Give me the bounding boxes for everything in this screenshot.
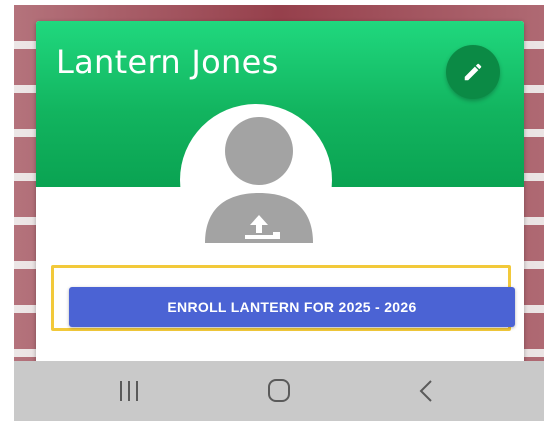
recents-icon bbox=[120, 381, 138, 401]
avatar-upload-icon[interactable] bbox=[197, 115, 317, 243]
home-icon bbox=[268, 379, 290, 402]
screen-frame: Lantern Jones ENROLL LANTERN FOR 2025 - … bbox=[14, 5, 544, 421]
pencil-icon bbox=[464, 63, 482, 81]
student-name: Lantern Jones bbox=[56, 43, 279, 81]
system-nav-bar bbox=[14, 361, 544, 421]
recents-button[interactable] bbox=[109, 375, 149, 407]
back-icon bbox=[419, 380, 432, 402]
back-button[interactable] bbox=[406, 375, 446, 407]
edit-button[interactable] bbox=[446, 45, 500, 99]
home-button[interactable] bbox=[259, 375, 299, 407]
enroll-button[interactable]: ENROLL LANTERN FOR 2025 - 2026 bbox=[69, 287, 515, 327]
